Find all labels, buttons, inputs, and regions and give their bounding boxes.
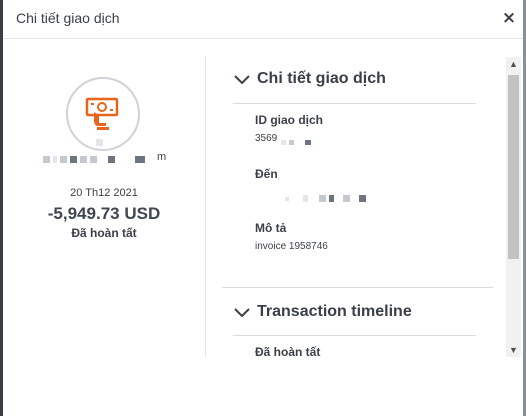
- recipient-label: Đến: [255, 167, 278, 181]
- transaction-status: Đã hoàn tất: [71, 226, 137, 240]
- recipient-name-suffix: m: [157, 151, 167, 163]
- transaction-date: 20 Th12 2021: [70, 187, 138, 199]
- redacted-transaction-id: [281, 140, 311, 145]
- chevron-down-icon: [234, 75, 250, 85]
- timeline-heading: Transaction timeline: [257, 303, 412, 320]
- transaction-summary: m 20 Th12 2021 -5,949.73 USD Đã hoàn tất: [3, 39, 205, 369]
- redacted-name-line1: [96, 139, 103, 146]
- column-divider: [205, 57, 206, 357]
- timeline-status: Đã hoàn tất: [255, 345, 321, 359]
- timeline-divider: [233, 335, 476, 336]
- timeline-top-divider: [222, 287, 493, 288]
- scroll-thumb[interactable]: [508, 75, 519, 259]
- modal-header: Chi tiết giao dịch ×: [3, 0, 523, 39]
- details-divider: [233, 103, 476, 104]
- scroll-down-arrow[interactable]: ▼: [506, 343, 521, 357]
- details-section-toggle[interactable]: Chi tiết giao dịch: [233, 68, 493, 94]
- details-panel: Chi tiết giao dịch ID giao dịch 3569 Đến…: [219, 39, 493, 369]
- transaction-id-label: ID giao dịch: [255, 113, 324, 127]
- avatar: [66, 77, 140, 151]
- redacted-recipient: [285, 195, 366, 202]
- transaction-amount: -5,949.73 USD: [47, 204, 161, 223]
- close-button[interactable]: ×: [499, 8, 519, 28]
- transaction-details-modal: Chi tiết giao dịch × m 20 Th12 2021 -5,9…: [3, 0, 523, 416]
- details-scrollbar[interactable]: ▲ ▼: [506, 57, 521, 357]
- details-heading: Chi tiết giao dịch: [257, 70, 386, 87]
- timeline-section-toggle[interactable]: Transaction timeline: [233, 301, 493, 327]
- redacted-name: [43, 156, 145, 163]
- transaction-id-value: 3569: [255, 133, 278, 144]
- description-value: invoice 1958746: [255, 241, 328, 252]
- modal-title: Chi tiết giao dịch: [16, 10, 120, 26]
- description-label: Mô tả: [255, 221, 287, 235]
- scroll-up-arrow[interactable]: ▲: [506, 57, 521, 71]
- cash-payment-icon: [85, 97, 119, 130]
- chevron-down-icon: [234, 308, 250, 318]
